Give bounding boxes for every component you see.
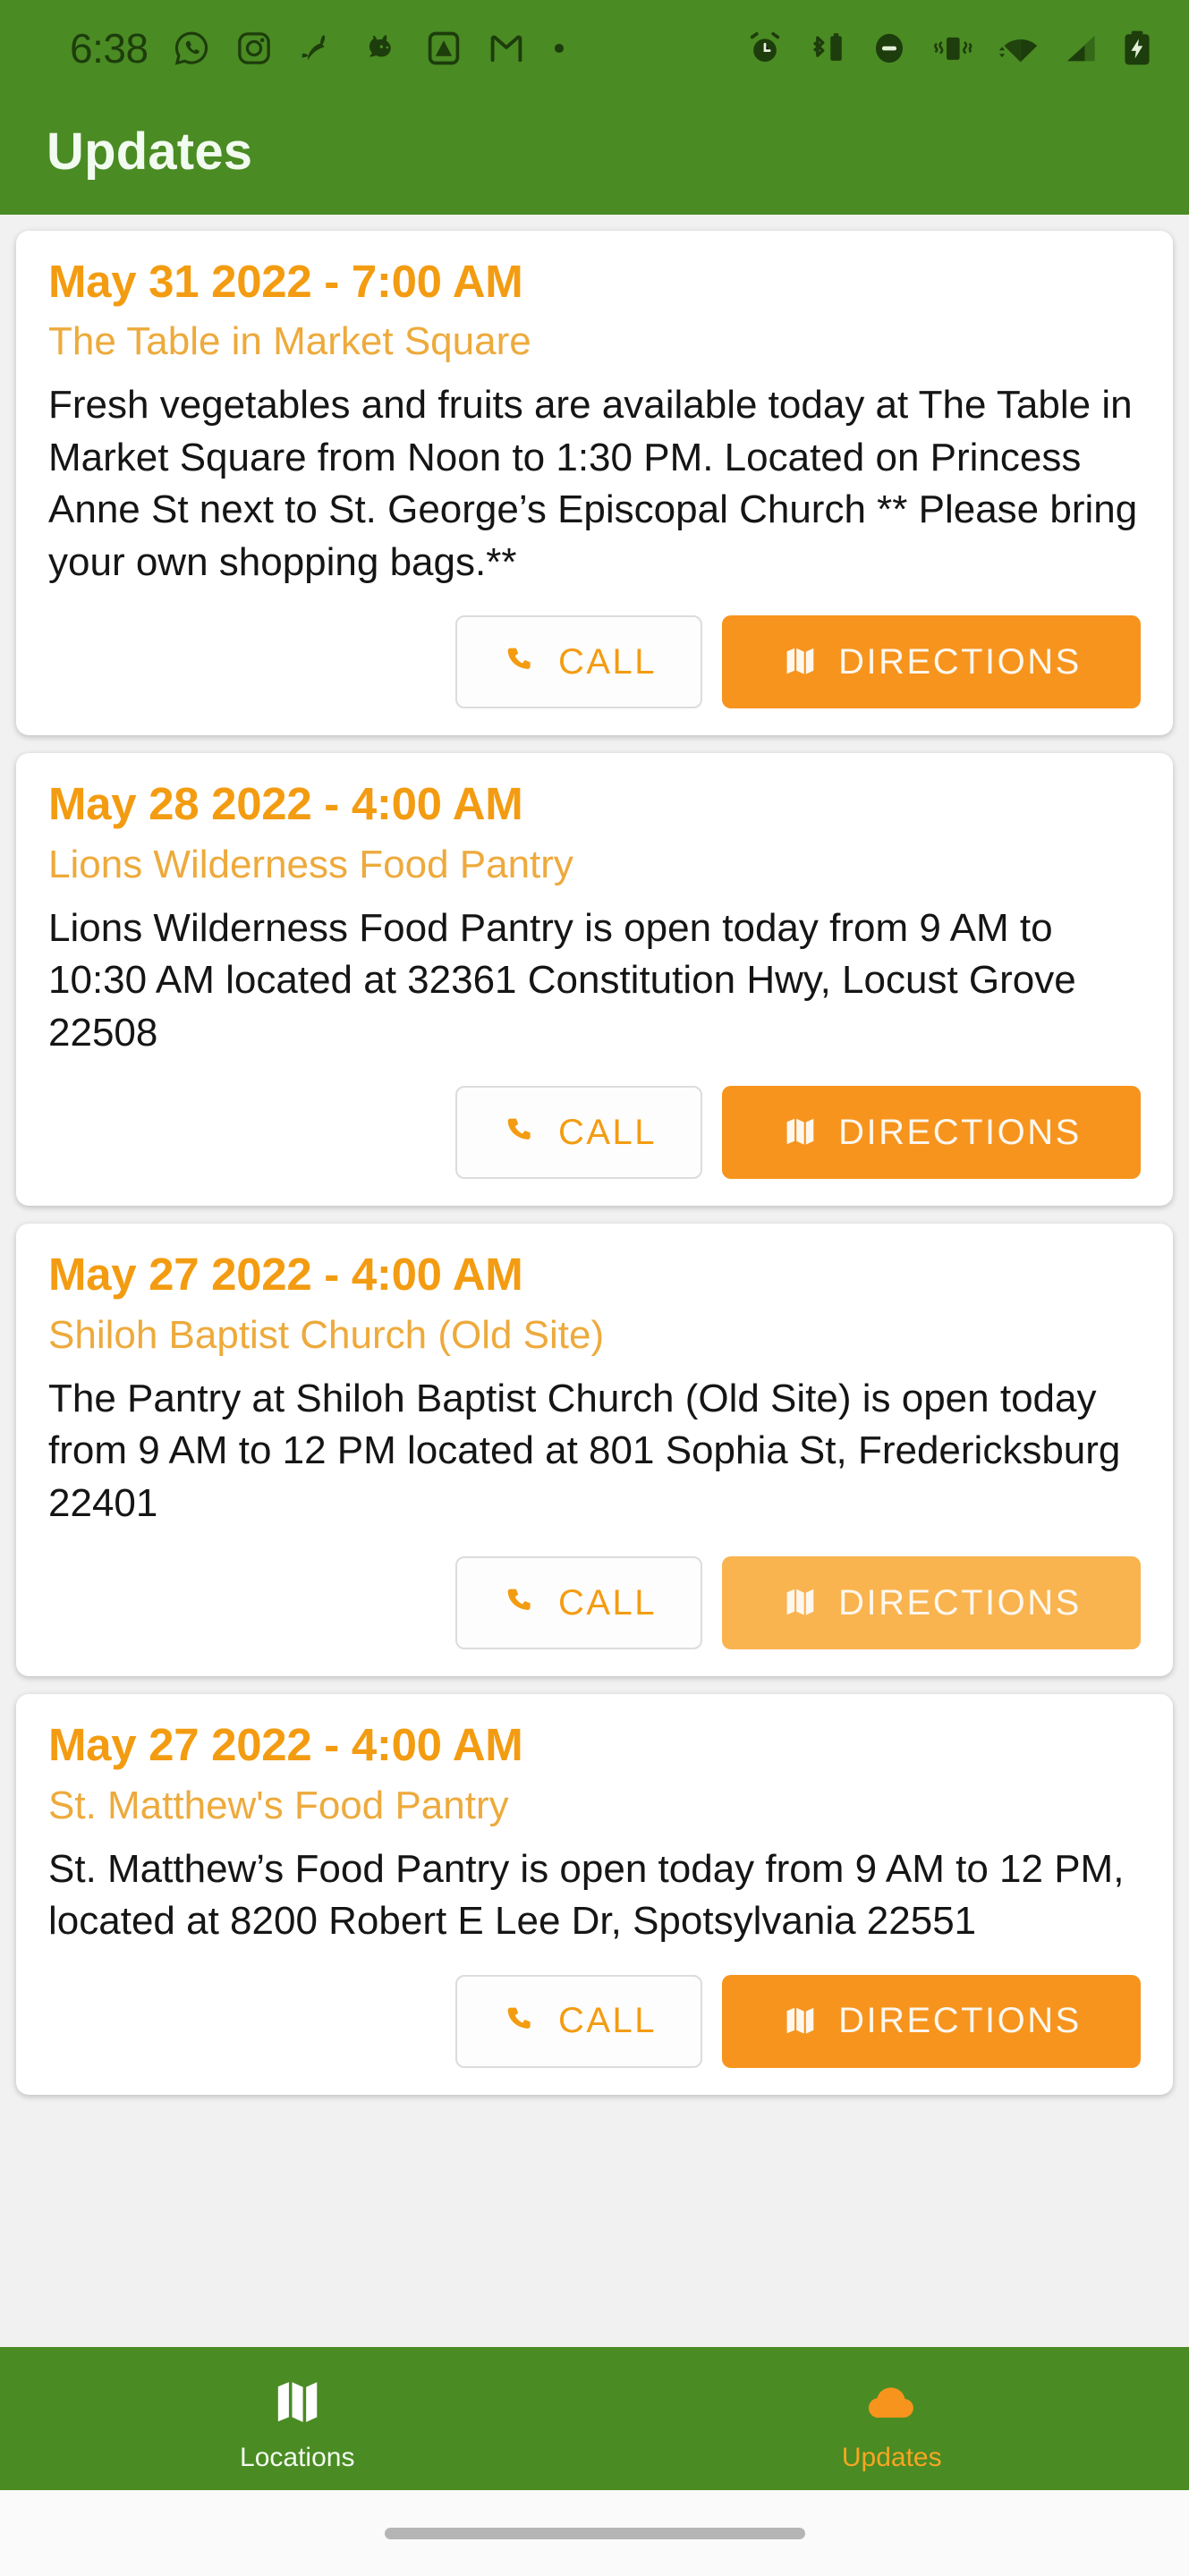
update-card[interactable]: May 27 2022 - 4:00 AM St. Matthew's Food… (16, 1694, 1173, 2095)
battery-charging-icon (1121, 29, 1153, 68)
update-date: May 31 2022 - 7:00 AM (48, 256, 523, 307)
map-icon (781, 642, 820, 682)
whatsapp-icon (172, 29, 211, 68)
update-body: The Pantry at Shiloh Baptist Church (Old… (48, 1376, 1121, 1525)
directions-button-label: DIRECTIONS (838, 1582, 1082, 1623)
status-bar: 6:38 (0, 0, 1189, 97)
directions-button[interactable]: DIRECTIONS (722, 1556, 1141, 1650)
call-button-label: CALL (557, 2001, 658, 2041)
directions-button-label: DIRECTIONS (838, 1112, 1082, 1152)
alarm-icon (745, 29, 785, 68)
updates-list[interactable]: May 31 2022 - 7:00 AM The Table in Marke… (0, 215, 1189, 2576)
update-body: St. Matthew’s Food Pantry is open today … (48, 1846, 1125, 1944)
directions-button-label: DIRECTIONS (838, 641, 1082, 682)
update-date: May 27 2022 - 4:00 AM (48, 1249, 523, 1301)
photos-icon (424, 29, 463, 68)
directions-button[interactable]: DIRECTIONS (722, 1974, 1141, 2068)
directions-button-label: DIRECTIONS (838, 2001, 1082, 2041)
nav-tab-locations[interactable]: Locations (0, 2347, 595, 2490)
nav-tab-locations-label: Locations (240, 2442, 355, 2472)
gesture-home-bar[interactable] (384, 2527, 805, 2539)
directions-button[interactable]: DIRECTIONS (722, 1086, 1141, 1180)
update-place: St. Matthew's Food Pantry (48, 1783, 509, 1827)
nav-tab-updates-label: Updates (841, 2442, 942, 2472)
update-place: Lions Wilderness Food Pantry (48, 842, 573, 886)
call-button-label: CALL (557, 1112, 658, 1152)
map-icon (781, 2002, 820, 2041)
update-actions: CALL DIRECTIONS (48, 1974, 1141, 2068)
bottom-navigation: Locations Updates (0, 2347, 1189, 2490)
call-button-label: CALL (557, 1582, 658, 1623)
map-icon (781, 1583, 820, 1623)
update-actions: CALL DIRECTIONS (48, 615, 1141, 709)
update-card[interactable]: May 31 2022 - 7:00 AM The Table in Marke… (16, 231, 1173, 736)
cloud-icon (862, 2372, 921, 2436)
page-title: Updates (47, 122, 253, 181)
nav-tab-updates[interactable]: Updates (595, 2347, 1189, 2490)
phone-icon (501, 1583, 540, 1623)
dot-icon (549, 38, 569, 58)
update-card[interactable]: May 27 2022 - 4:00 AM Shiloh Baptist Chu… (16, 1224, 1173, 1677)
update-place: The Table in Market Square (48, 319, 531, 364)
status-bar-clock: 6:38 (70, 25, 149, 72)
update-actions: CALL DIRECTIONS (48, 1556, 1141, 1650)
call-button[interactable]: CALL (455, 615, 702, 709)
instagram-icon (234, 29, 274, 68)
gmail-icon (487, 29, 526, 68)
rabbit-icon (297, 29, 336, 68)
phone-icon (501, 1113, 540, 1152)
update-actions: CALL DIRECTIONS (48, 1086, 1141, 1180)
update-card[interactable]: May 28 2022 - 4:00 AM Lions Wilderness F… (16, 753, 1173, 1207)
wifi-icon (996, 29, 1040, 68)
directions-button[interactable]: DIRECTIONS (722, 615, 1141, 709)
bluetooth-battery-icon (804, 29, 849, 68)
call-button[interactable]: CALL (455, 1974, 702, 2068)
mouse-icon (360, 28, 401, 69)
phone-icon (501, 2002, 540, 2041)
cellular-signal-icon (1060, 29, 1101, 68)
call-button[interactable]: CALL (455, 1086, 702, 1180)
status-bar-right (745, 29, 1153, 68)
status-bar-left: 6:38 (70, 28, 569, 69)
update-body: Lions Wilderness Food Pantry is open tod… (48, 905, 1076, 1055)
phone-screen: 6:38 Updates May 31 2022 - 7:00 AM The T… (0, 0, 1189, 2576)
phone-icon (501, 642, 540, 682)
call-button[interactable]: CALL (455, 1556, 702, 1650)
update-date: May 28 2022 - 4:00 AM (48, 778, 523, 830)
gesture-nav-area (0, 2490, 1189, 2576)
vibrate-icon (930, 29, 976, 68)
map-icon (268, 2372, 327, 2436)
call-button-label: CALL (557, 641, 658, 682)
app-bar: Updates (0, 97, 1189, 215)
update-place: Shiloh Baptist Church (Old Site) (48, 1312, 605, 1357)
do-not-disturb-icon (869, 29, 910, 68)
update-body: Fresh vegetables and fruits are availabl… (48, 383, 1138, 584)
update-date: May 27 2022 - 4:00 AM (48, 1719, 523, 1771)
map-icon (781, 1113, 820, 1152)
